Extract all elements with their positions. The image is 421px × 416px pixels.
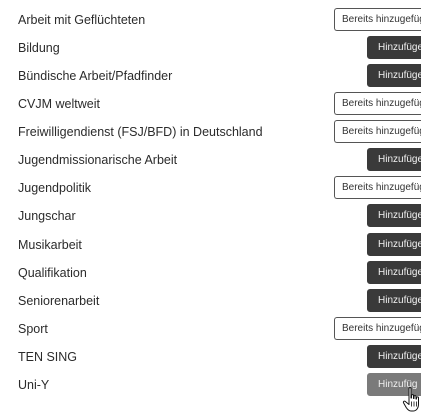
already-added-button[interactable]: Bereits hinzugefüg — [334, 92, 421, 115]
category-label: Arbeit mit Geflüchteten — [18, 13, 146, 27]
already-added-button[interactable]: Bereits hinzugefüg — [334, 317, 421, 340]
category-label: Jugendpolitik — [18, 181, 91, 195]
list-item: Jugendpolitik Bereits hinzugefüg — [0, 176, 421, 204]
already-added-button[interactable]: Bereits hinzugefüg — [334, 120, 421, 143]
category-label: Bildung — [18, 41, 60, 55]
list-item: Seniorenarbeit Hinzufüge — [0, 289, 421, 317]
list-item: Jugendmissionarische Arbeit Hinzufüge — [0, 148, 421, 176]
category-label: Jugendmissionarische Arbeit — [18, 153, 178, 167]
add-button[interactable]: Hinzufüge — [367, 289, 421, 312]
list-item: TEN SING Hinzufüge — [0, 345, 421, 373]
already-added-button[interactable]: Bereits hinzugefüg — [334, 176, 421, 199]
add-button[interactable]: Hinzufüge — [367, 36, 421, 59]
category-label: Bündische Arbeit/Pfadfinder — [18, 69, 173, 83]
add-button[interactable]: Hinzufüge — [367, 345, 421, 368]
category-list: Arbeit mit Geflüchteten Bereits hinzugefü… — [0, 0, 421, 416]
list-item: Bündische Arbeit/Pfadfinder Hinzufüge — [0, 64, 421, 92]
category-label: CVJM weltweit — [18, 97, 100, 111]
category-label: Uni-Y — [18, 378, 50, 392]
add-button[interactable]: Hinzufüge — [367, 261, 421, 284]
list-item: Sport Bereits hinzugefüg — [0, 317, 421, 345]
already-added-button[interactable]: Bereits hinzugefüg — [334, 8, 421, 31]
list-item: Freiwilligendienst (FSJ/BFD) in Deutschl… — [0, 120, 421, 148]
category-label: Qualifikation — [18, 266, 87, 280]
add-button[interactable]: Hinzufüge — [367, 204, 421, 227]
list-item: Uni-Y Hinzufüg — [0, 373, 421, 401]
list-item: Arbeit mit Geflüchteten Bereits hinzugefü… — [0, 8, 421, 36]
category-label: TEN SING — [18, 350, 78, 364]
category-label: Seniorenarbeit — [18, 294, 100, 308]
list-item: Jungschar Hinzufüge — [0, 204, 421, 232]
add-button[interactable]: Hinzufüge — [367, 233, 421, 256]
category-label: Sport — [18, 322, 48, 336]
hand-pointer-icon — [402, 387, 419, 412]
category-label: Musikarbeit — [18, 238, 82, 252]
list-item: Bildung Hinzufüge — [0, 36, 421, 64]
add-button[interactable]: Hinzufüge — [367, 148, 421, 171]
list-item: CVJM weltweit Bereits hinzugefüg — [0, 92, 421, 120]
category-label: Freiwilligendienst (FSJ/BFD) in Deutschl… — [18, 125, 263, 139]
list-item: Qualifikation Hinzufüge — [0, 261, 421, 289]
list-item: Musikarbeit Hinzufüge — [0, 233, 421, 261]
category-label: Jungschar — [18, 209, 76, 223]
add-button[interactable]: Hinzufüge — [367, 64, 421, 87]
